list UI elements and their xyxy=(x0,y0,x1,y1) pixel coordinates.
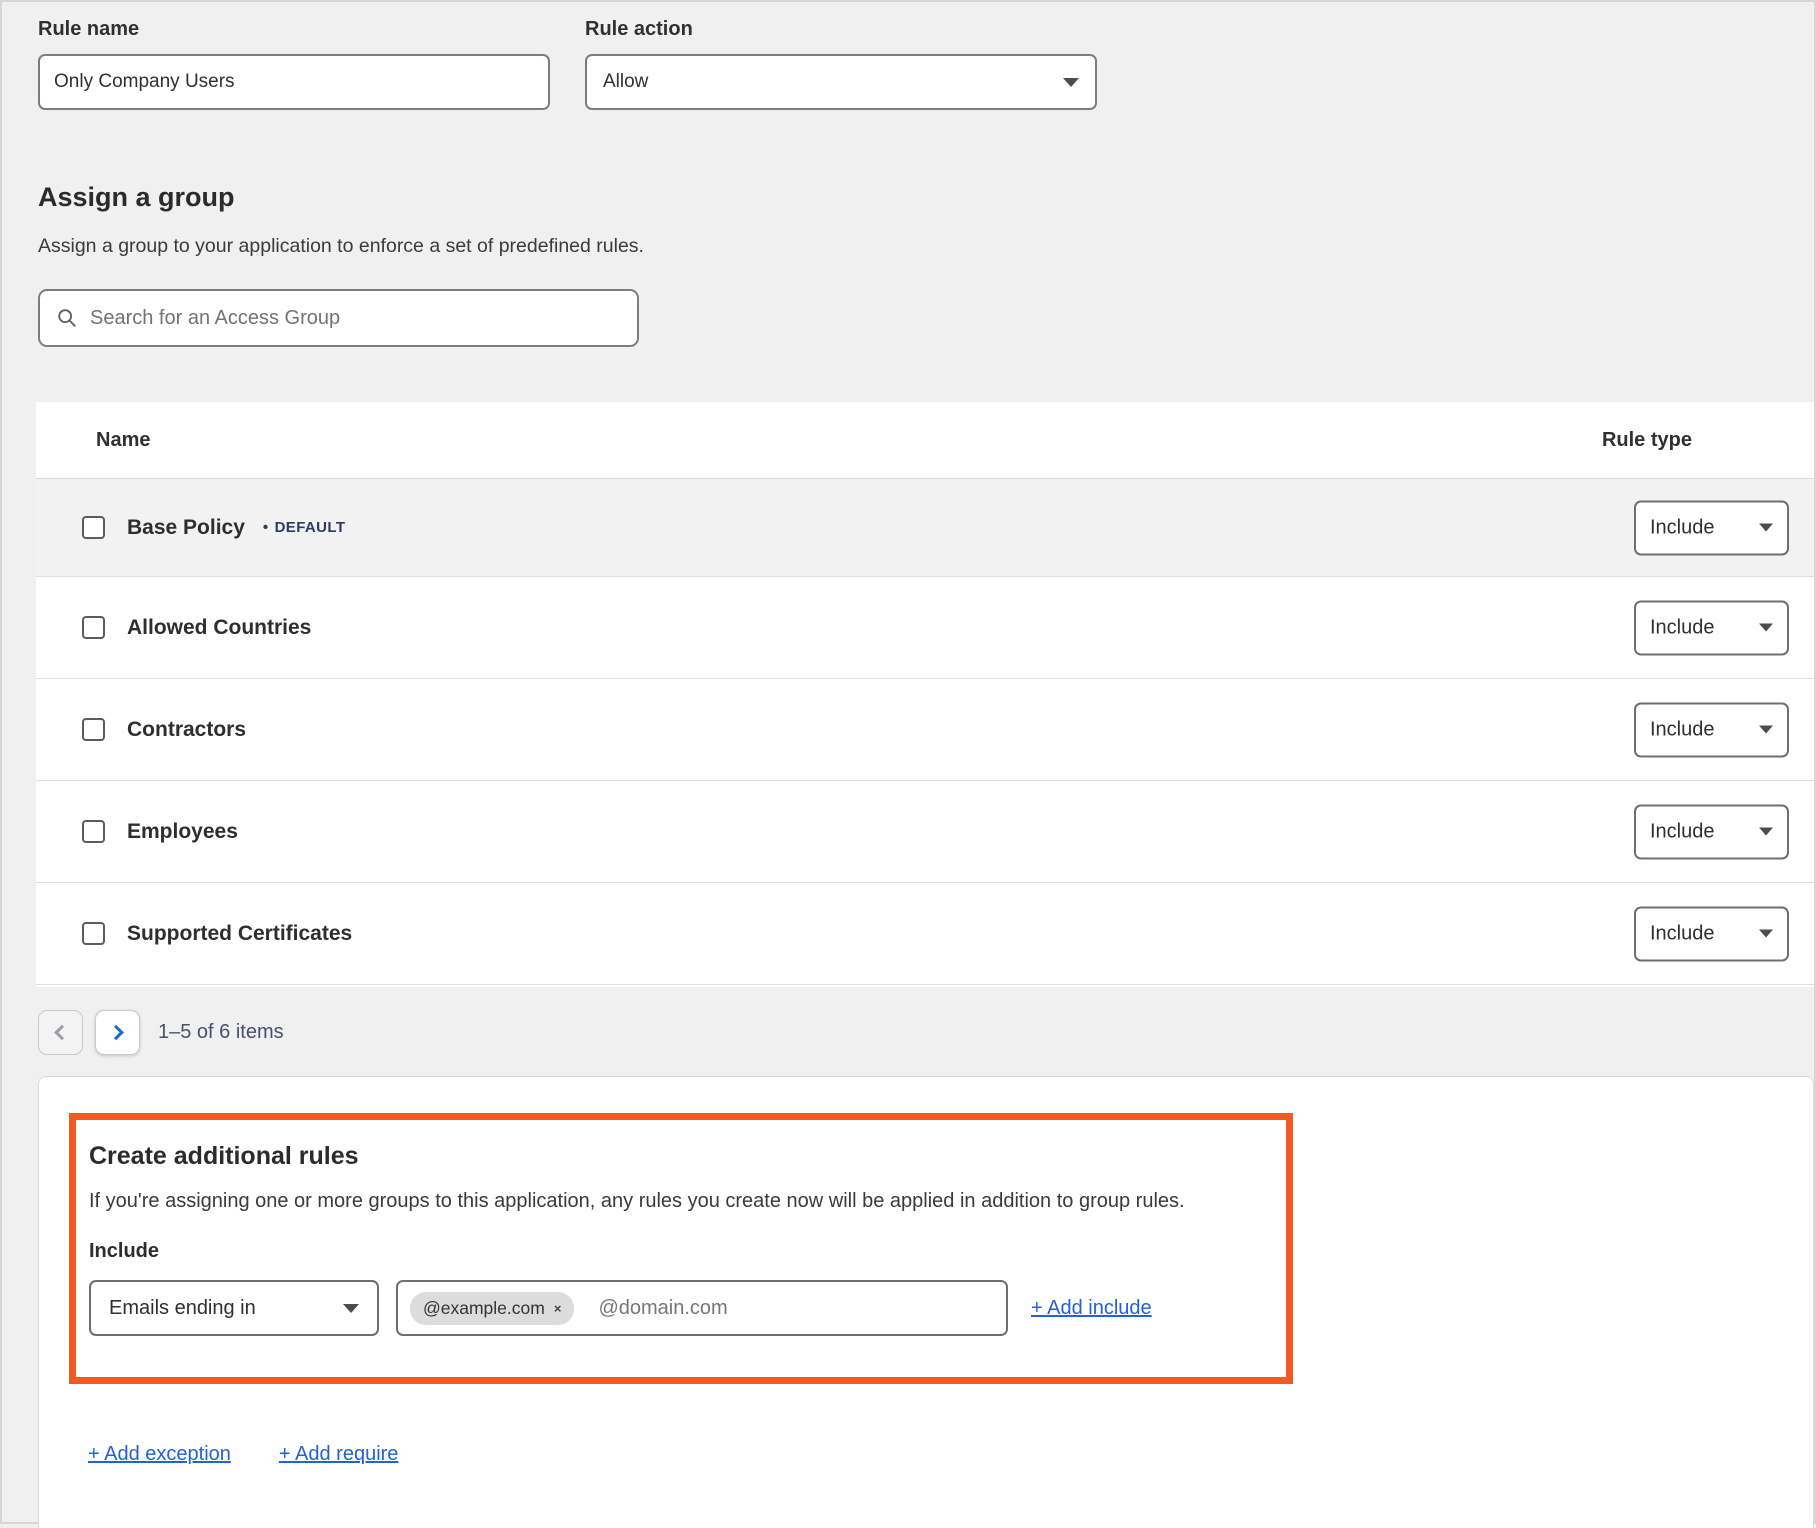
rule-action-value: Allow xyxy=(603,71,648,93)
rule-type-value: Include xyxy=(1650,820,1715,843)
rule-type-select[interactable]: Include xyxy=(1634,804,1789,859)
additional-rules-description: If you're assigning one or more groups t… xyxy=(89,1190,1268,1213)
additional-rules-heading: Create additional rules xyxy=(89,1142,1268,1171)
row-name: Allowed Countries xyxy=(127,616,311,640)
badge-bullet-icon: • xyxy=(263,519,269,536)
table-header: Name Rule type xyxy=(36,402,1814,479)
assign-group-heading: Assign a group xyxy=(38,182,235,213)
row-name: Supported Certificates xyxy=(127,922,352,946)
rule-type-select[interactable]: Include xyxy=(1634,702,1789,757)
rule-type-select[interactable]: Include xyxy=(1634,500,1789,555)
add-require-link[interactable]: + Add require xyxy=(279,1443,399,1466)
access-group-table: Name Rule type Base Policy • DEFAULT Inc… xyxy=(36,402,1814,987)
row-name: Base Policy xyxy=(127,516,245,540)
rule-condition-select[interactable]: Emails ending in xyxy=(89,1280,379,1336)
create-additional-rules-highlight: Create additional rules If you're assign… xyxy=(69,1113,1293,1384)
caret-down-icon xyxy=(1759,930,1773,938)
badge-label: DEFAULT xyxy=(275,519,346,536)
column-header-rule-type: Rule type xyxy=(1602,429,1692,452)
caret-down-icon xyxy=(1063,78,1079,87)
table-row: Supported Certificates Include xyxy=(36,883,1814,985)
search-input[interactable] xyxy=(90,307,621,330)
access-rule-page: { "form": { "rule_name": { "label": "Rul… xyxy=(0,0,1816,1524)
row-checkbox[interactable] xyxy=(82,616,105,639)
remove-chip-icon[interactable]: × xyxy=(554,1301,562,1316)
chevron-left-icon xyxy=(54,1025,70,1041)
caret-down-icon xyxy=(1759,624,1773,632)
rule-action-select[interactable]: Allow xyxy=(585,54,1097,110)
add-include-link[interactable]: + Add include xyxy=(1031,1297,1152,1320)
previous-page-button[interactable] xyxy=(38,1010,83,1055)
row-name: Employees xyxy=(127,820,238,844)
rule-condition-value: Emails ending in xyxy=(109,1297,256,1320)
assign-group-description: Assign a group to your application to en… xyxy=(38,235,644,258)
next-page-button[interactable] xyxy=(95,1010,140,1055)
add-exception-link[interactable]: + Add exception xyxy=(88,1443,231,1466)
email-chip-label: @example.com xyxy=(423,1298,545,1319)
rule-name-input[interactable] xyxy=(38,54,550,110)
column-header-name: Name xyxy=(96,429,150,452)
rule-type-select[interactable]: Include xyxy=(1634,906,1789,961)
caret-down-icon xyxy=(1759,726,1773,734)
rules-card: Create additional rules If you're assign… xyxy=(38,1076,1814,1528)
caret-down-icon xyxy=(343,1304,359,1313)
email-domain-field[interactable] xyxy=(598,1297,994,1320)
access-group-search[interactable] xyxy=(38,289,639,347)
table-row: Base Policy • DEFAULT Include xyxy=(36,479,1814,577)
rule-type-value: Include xyxy=(1650,718,1715,741)
caret-down-icon xyxy=(1759,828,1773,836)
search-icon xyxy=(56,307,78,329)
rule-action-label: Rule action xyxy=(585,18,693,41)
pagination: 1–5 of 6 items xyxy=(38,1010,284,1055)
row-checkbox[interactable] xyxy=(82,820,105,843)
pagination-range-label: 1–5 of 6 items xyxy=(158,1021,284,1044)
chevron-right-icon xyxy=(108,1025,124,1041)
table-row: Allowed Countries Include xyxy=(36,577,1814,679)
rule-type-value: Include xyxy=(1650,922,1715,945)
rule-name-label: Rule name xyxy=(38,18,139,41)
row-checkbox[interactable] xyxy=(82,718,105,741)
table-row: Contractors Include xyxy=(36,679,1814,781)
row-checkbox[interactable] xyxy=(82,922,105,945)
rule-type-select[interactable]: Include xyxy=(1634,600,1789,655)
default-badge: • DEFAULT xyxy=(263,519,346,536)
email-domains-input[interactable]: @example.com × xyxy=(396,1280,1008,1336)
email-chip: @example.com × xyxy=(410,1292,574,1325)
include-label: Include xyxy=(89,1240,1268,1263)
table-row: Employees Include xyxy=(36,781,1814,883)
rule-type-value: Include xyxy=(1650,616,1715,639)
caret-down-icon xyxy=(1759,524,1773,532)
row-name: Contractors xyxy=(127,718,246,742)
rule-type-value: Include xyxy=(1650,516,1715,539)
row-checkbox[interactable] xyxy=(82,516,105,539)
